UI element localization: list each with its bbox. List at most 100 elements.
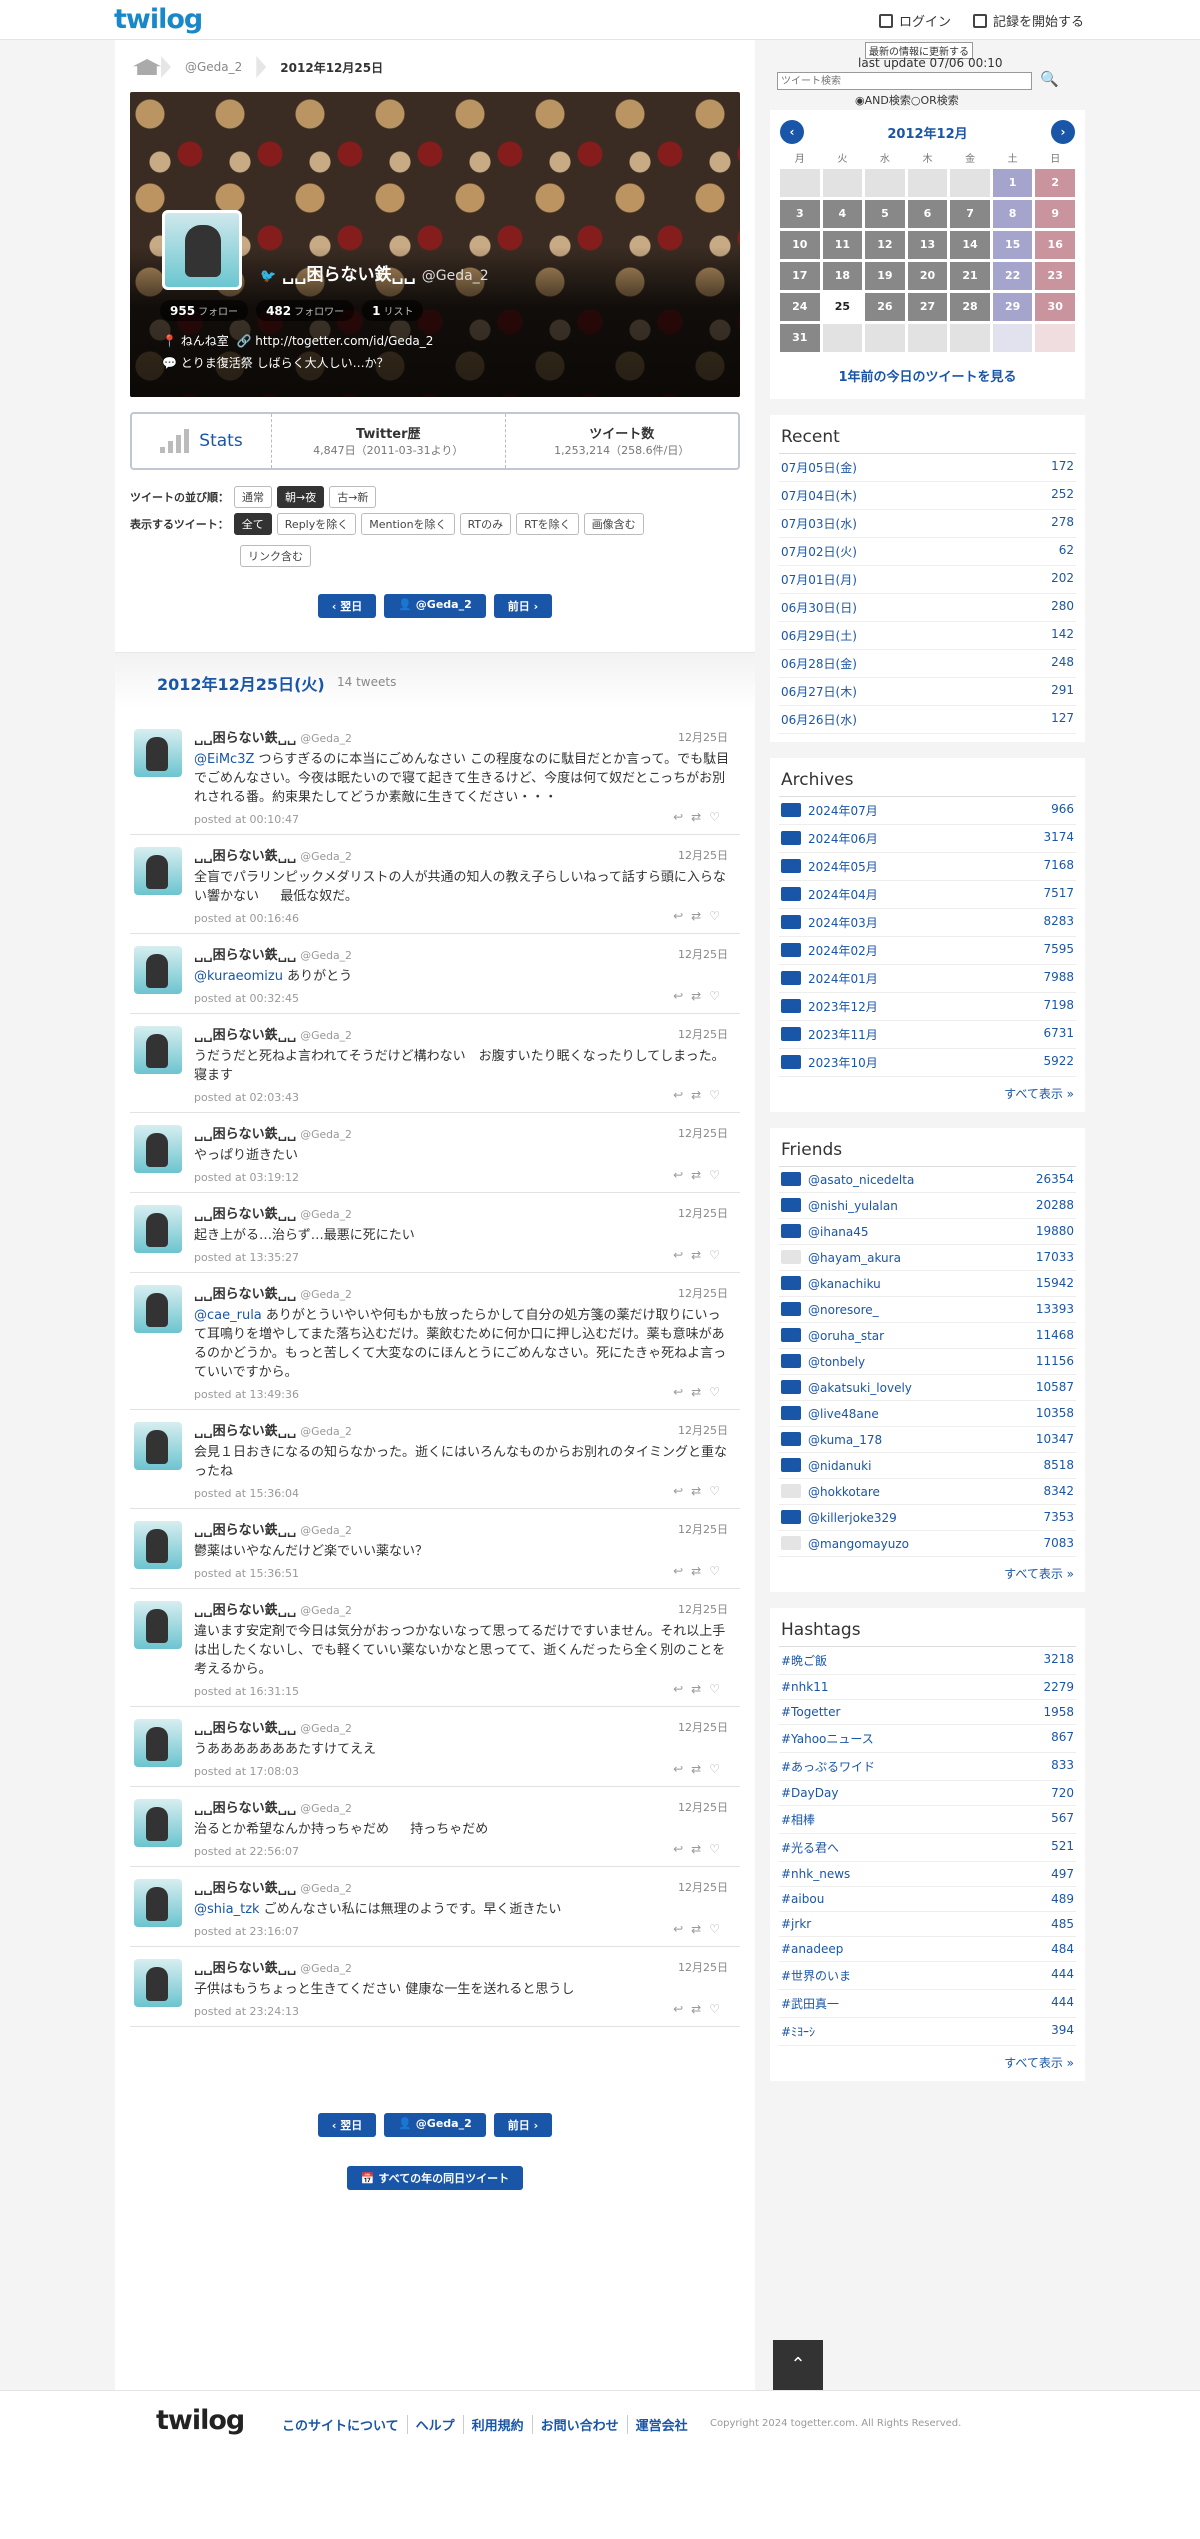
tweet-mention[interactable]: @kuraeomizu — [194, 969, 283, 984]
calendar-day[interactable]: 8 — [992, 200, 1033, 228]
tweet-author[interactable]: ␣␣困らない鉄␣␣ @Geda_2 — [194, 1599, 730, 1618]
like-icon[interactable]: ♡ — [709, 989, 728, 1003]
hashtags-item[interactable]: #aibou 489 — [779, 1887, 1076, 1912]
tweet-avatar[interactable] — [134, 1285, 182, 1333]
list-count[interactable]: 1 リスト — [362, 300, 424, 321]
archives-item[interactable]: 2024年05月 7168 — [779, 853, 1076, 881]
hashtags-item[interactable]: #nhk_news 497 — [779, 1862, 1076, 1887]
back-to-top-button[interactable]: ⌃ — [773, 2340, 823, 2390]
like-icon[interactable]: ♡ — [709, 1682, 728, 1696]
calendar-day[interactable]: 3 — [780, 200, 820, 228]
tweet-date[interactable]: 12月25日 — [678, 1719, 728, 1735]
recent-item[interactable]: 06月27日(木) 291 — [779, 678, 1076, 706]
and-radio[interactable]: ◉ — [855, 94, 865, 107]
retweet-icon[interactable]: ⇄ — [691, 1762, 709, 1776]
calendar-day[interactable]: 29 — [992, 293, 1033, 321]
footer-terms-link[interactable]: 利用規約 — [464, 2415, 533, 2434]
like-icon[interactable]: ♡ — [709, 1922, 728, 1936]
like-icon[interactable]: ♡ — [709, 1842, 728, 1856]
reply-icon[interactable]: ↩ — [673, 1088, 691, 1102]
tweet-time[interactable]: posted at 15:36:04 — [194, 1487, 730, 1500]
friends-more-link[interactable]: すべて表示 » — [779, 1557, 1076, 1584]
hashtags-item[interactable]: #Yahooニュース 867 — [779, 1725, 1076, 1753]
recent-item[interactable]: 07月03日(水) 278 — [779, 510, 1076, 538]
tweet-mention[interactable]: @EiMc3Z — [194, 752, 254, 767]
follow-count[interactable]: 955 フォロー — [160, 300, 249, 321]
tweet-date[interactable]: 12月25日 — [678, 1959, 728, 1975]
tweet-avatar[interactable] — [134, 1521, 182, 1569]
friends-item[interactable]: @nidanuki 8518 — [779, 1453, 1076, 1479]
tweet-mention[interactable]: @shia_tzk — [194, 1902, 260, 1917]
tweet-date[interactable]: 12月25日 — [678, 1799, 728, 1815]
hashtags-item[interactable]: #ﾐﾖｰｼ 394 — [779, 2018, 1076, 2046]
tweet-time[interactable]: posted at 22:56:07 — [194, 1845, 730, 1858]
like-icon[interactable]: ♡ — [709, 1564, 728, 1578]
prev-day-button[interactable]: 前日 › — [493, 594, 553, 618]
calendar-day[interactable]: 2 — [1035, 169, 1075, 197]
filter-no-rt-button[interactable]: RTを除く — [516, 513, 579, 535]
reply-icon[interactable]: ↩ — [673, 1168, 691, 1182]
tweet-avatar[interactable] — [134, 1125, 182, 1173]
footer-help-link[interactable]: ヘルプ — [408, 2415, 464, 2434]
hashtags-more-link[interactable]: すべて表示 » — [779, 2046, 1076, 2073]
calendar-day[interactable]: 16 — [1035, 231, 1075, 259]
calendar-day[interactable]: 12 — [865, 231, 905, 259]
tweet-author[interactable]: ␣␣困らない鉄␣␣ @Geda_2 — [194, 1024, 730, 1043]
next-month-button[interactable]: › — [1051, 120, 1075, 144]
tweet-time[interactable]: posted at 15:36:51 — [194, 1567, 730, 1580]
footer-about-link[interactable]: このサイトについて — [274, 2415, 408, 2434]
hashtags-item[interactable]: #anadeep 484 — [779, 1937, 1076, 1962]
archives-item[interactable]: 2024年04月 7517 — [779, 881, 1076, 909]
recent-item[interactable]: 06月28日(金) 248 — [779, 650, 1076, 678]
reply-icon[interactable]: ↩ — [673, 1922, 691, 1936]
tweet-date[interactable]: 12月25日 — [678, 1422, 728, 1438]
archives-item[interactable]: 2024年07月 966 — [779, 797, 1076, 825]
tweet-avatar[interactable] — [134, 1959, 182, 2007]
tweet-date[interactable]: 12月25日 — [678, 847, 728, 863]
hashtags-item[interactable]: #世界のいま 444 — [779, 1962, 1076, 1990]
reply-icon[interactable]: ↩ — [673, 1762, 691, 1776]
reply-icon[interactable]: ↩ — [673, 1248, 691, 1262]
tweet-avatar[interactable] — [134, 1601, 182, 1649]
calendar-day[interactable]: 15 — [992, 231, 1033, 259]
friends-item[interactable]: @tonbely 11156 — [779, 1349, 1076, 1375]
tweet-author[interactable]: ␣␣困らない鉄␣␣ @Geda_2 — [194, 1123, 730, 1142]
tweet-author[interactable]: ␣␣困らない鉄␣␣ @Geda_2 — [194, 1519, 730, 1538]
tweet-author[interactable]: ␣␣困らない鉄␣␣ @Geda_2 — [194, 1797, 730, 1816]
filter-link-button[interactable]: リンク含む — [240, 545, 311, 567]
calendar-day[interactable]: 24 — [780, 293, 820, 321]
site-logo[interactable]: twilog — [114, 4, 203, 35]
calendar-day[interactable]: 14 — [950, 231, 990, 259]
tweet-date[interactable]: 12月25日 — [678, 1285, 728, 1301]
friends-item[interactable]: @oruha_star 11468 — [779, 1323, 1076, 1349]
friends-item[interactable]: @noresore_ 13393 — [779, 1297, 1076, 1323]
tweet-date[interactable]: 12月25日 — [678, 946, 728, 962]
recent-item[interactable]: 07月04日(木) 252 — [779, 482, 1076, 510]
reply-icon[interactable]: ↩ — [673, 1842, 691, 1856]
retweet-icon[interactable]: ⇄ — [691, 1682, 709, 1696]
friends-item[interactable]: @kuma_178 10347 — [779, 1427, 1076, 1453]
footer-contact-link[interactable]: お問い合わせ — [533, 2415, 628, 2434]
reply-icon[interactable]: ↩ — [673, 810, 691, 824]
tweet-author[interactable]: ␣␣困らない鉄␣␣ @Geda_2 — [194, 727, 730, 746]
retweet-icon[interactable]: ⇄ — [691, 810, 709, 824]
avatar[interactable] — [162, 210, 242, 290]
calendar-day[interactable]: 26 — [865, 293, 905, 321]
prev-month-button[interactable]: ‹ — [780, 120, 804, 144]
reply-icon[interactable]: ↩ — [673, 989, 691, 1003]
friends-item[interactable]: @mangomayuzo 7083 — [779, 1531, 1076, 1557]
signup-link[interactable]: 記録を開始する — [972, 11, 1084, 30]
calendar-day[interactable]: 28 — [950, 293, 990, 321]
next-day-button[interactable]: ‹ 翌日 — [317, 2113, 377, 2137]
search-icon[interactable]: 🔍 — [1040, 70, 1059, 88]
like-icon[interactable]: ♡ — [709, 1385, 728, 1399]
tweet-time[interactable]: posted at 16:31:15 — [194, 1685, 730, 1698]
breadcrumb-user[interactable]: @Geda_2 — [171, 60, 256, 74]
friends-item[interactable]: @killerjoke329 7353 — [779, 1505, 1076, 1531]
tweet-avatar[interactable] — [134, 1026, 182, 1074]
reply-icon[interactable]: ↩ — [673, 2002, 691, 2016]
calendar-day[interactable]: 17 — [780, 262, 820, 290]
calendar-day[interactable]: 27 — [907, 293, 948, 321]
all-years-button[interactable]: 📅 すべての年の同日ツイート — [346, 2166, 524, 2190]
calendar-day[interactable]: 11 — [822, 231, 863, 259]
